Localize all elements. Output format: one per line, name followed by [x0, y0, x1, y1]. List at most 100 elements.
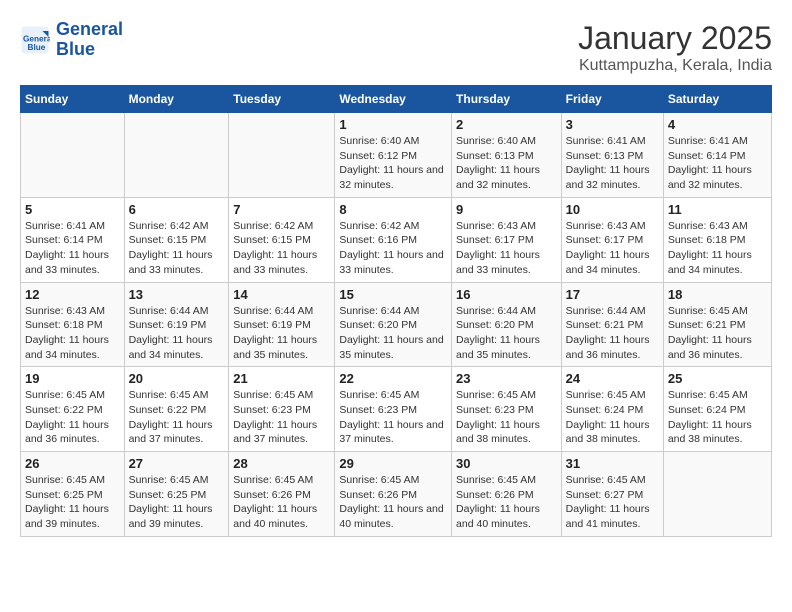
- calendar-cell: 26 Sunrise: 6:45 AMSunset: 6:25 PMDayligh…: [21, 452, 125, 537]
- day-info: Sunrise: 6:44 AMSunset: 6:21 PMDaylight:…: [566, 304, 659, 363]
- day-info: Sunrise: 6:44 AMSunset: 6:20 PMDaylight:…: [339, 304, 447, 363]
- logo-text: General Blue: [56, 20, 123, 60]
- calendar-cell: 21Sunrise: 6:45 AMSunset: 6:23 PMDayligh…: [229, 367, 335, 452]
- logo-line1: General: [56, 19, 123, 39]
- weekday-header: Friday: [561, 86, 663, 113]
- day-info: Sunrise: 6:45 AMSunset: 6:25 PMDaylight:…: [25, 473, 120, 532]
- calendar-week-row: 19 Sunrise: 6:45 AMSunset: 6:22 PMDayligh…: [21, 367, 772, 452]
- day-info: Sunrise: 6:45 AMSunset: 6:21 PMDaylight:…: [668, 304, 767, 363]
- day-info: Sunrise: 6:40 AMSunset: 6:13 PMDaylight:…: [456, 134, 557, 193]
- day-number: 12: [25, 287, 120, 302]
- calendar-cell: 28 Sunrise: 6:45 AMSunset: 6:26 PMDayligh…: [229, 452, 335, 537]
- day-info: Sunrise: 6:45 AMSunset: 6:27 PMDaylight:…: [566, 473, 659, 532]
- calendar-cell: [229, 113, 335, 198]
- svg-text:Blue: Blue: [28, 43, 46, 52]
- day-number: 15: [339, 287, 447, 302]
- calendar-cell: 12 Sunrise: 6:43 AMSunset: 6:18 PMDayligh…: [21, 282, 125, 367]
- day-number: 7: [233, 202, 330, 217]
- day-number: 25: [668, 371, 767, 386]
- calendar-week-row: 5 Sunrise: 6:41 AMSunset: 6:14 PMDaylight…: [21, 197, 772, 282]
- day-number: 31: [566, 456, 659, 471]
- day-number: 22: [339, 371, 447, 386]
- day-info: Sunrise: 6:45 AMSunset: 6:26 PMDaylight:…: [456, 473, 557, 532]
- day-info: Sunrise: 6:45 AMSunset: 6:22 PMDaylight:…: [129, 388, 225, 447]
- calendar-cell: 24Sunrise: 6:45 AMSunset: 6:24 PMDayligh…: [561, 367, 663, 452]
- calendar-cell: [124, 113, 229, 198]
- calendar-cell: 15 Sunrise: 6:44 AMSunset: 6:20 PMDayligh…: [335, 282, 452, 367]
- day-info: Sunrise: 6:45 AMSunset: 6:25 PMDaylight:…: [129, 473, 225, 532]
- weekday-header: Sunday: [21, 86, 125, 113]
- calendar-cell: 13 Sunrise: 6:44 AMSunset: 6:19 PMDayligh…: [124, 282, 229, 367]
- day-number: 16: [456, 287, 557, 302]
- logo-line2: Blue: [56, 39, 95, 59]
- day-number: 2: [456, 117, 557, 132]
- day-info: Sunrise: 6:43 AMSunset: 6:17 PMDaylight:…: [566, 219, 659, 278]
- title-section: January 2025 Kuttampuzha, Kerala, India: [578, 20, 772, 75]
- calendar-cell: 6 Sunrise: 6:42 AMSunset: 6:15 PMDaylight…: [124, 197, 229, 282]
- day-info: Sunrise: 6:41 AMSunset: 6:14 PMDaylight:…: [668, 134, 767, 193]
- day-info: Sunrise: 6:40 AMSunset: 6:12 PMDaylight:…: [339, 134, 447, 193]
- day-number: 13: [129, 287, 225, 302]
- day-number: 28: [233, 456, 330, 471]
- weekday-header: Monday: [124, 86, 229, 113]
- day-number: 6: [129, 202, 225, 217]
- location-subtitle: Kuttampuzha, Kerala, India: [578, 57, 772, 75]
- calendar-cell: 3Sunrise: 6:41 AMSunset: 6:13 PMDaylight…: [561, 113, 663, 198]
- calendar-cell: 22 Sunrise: 6:45 AMSunset: 6:23 PMDayligh…: [335, 367, 452, 452]
- calendar-cell: 14 Sunrise: 6:44 AMSunset: 6:19 PMDayligh…: [229, 282, 335, 367]
- weekday-header: Wednesday: [335, 86, 452, 113]
- calendar-cell: 27 Sunrise: 6:45 AMSunset: 6:25 PMDayligh…: [124, 452, 229, 537]
- weekday-header: Saturday: [663, 86, 771, 113]
- weekday-header: Tuesday: [229, 86, 335, 113]
- calendar-cell: 17Sunrise: 6:44 AMSunset: 6:21 PMDayligh…: [561, 282, 663, 367]
- day-number: 27: [129, 456, 225, 471]
- calendar-week-row: 12 Sunrise: 6:43 AMSunset: 6:18 PMDayligh…: [21, 282, 772, 367]
- day-info: Sunrise: 6:41 AMSunset: 6:13 PMDaylight:…: [566, 134, 659, 193]
- month-title: January 2025: [578, 20, 772, 57]
- day-info: Sunrise: 6:44 AMSunset: 6:19 PMDaylight:…: [129, 304, 225, 363]
- calendar-week-row: 26 Sunrise: 6:45 AMSunset: 6:25 PMDayligh…: [21, 452, 772, 537]
- day-number: 8: [339, 202, 447, 217]
- calendar-cell: [21, 113, 125, 198]
- day-number: 29: [339, 456, 447, 471]
- calendar-cell: 30Sunrise: 6:45 AMSunset: 6:26 PMDayligh…: [452, 452, 562, 537]
- calendar-cell: 16Sunrise: 6:44 AMSunset: 6:20 PMDayligh…: [452, 282, 562, 367]
- calendar-cell: 2 Sunrise: 6:40 AMSunset: 6:13 PMDaylight…: [452, 113, 562, 198]
- calendar-cell: [663, 452, 771, 537]
- calendar-cell: 20 Sunrise: 6:45 AMSunset: 6:22 PMDayligh…: [124, 367, 229, 452]
- day-info: Sunrise: 6:44 AMSunset: 6:19 PMDaylight:…: [233, 304, 330, 363]
- weekday-header: Thursday: [452, 86, 562, 113]
- day-info: Sunrise: 6:45 AMSunset: 6:24 PMDaylight:…: [668, 388, 767, 447]
- day-number: 19: [25, 371, 120, 386]
- page-header: General Blue General Blue January 2025 K…: [20, 20, 772, 75]
- calendar-cell: 29 Sunrise: 6:45 AMSunset: 6:26 PMDayligh…: [335, 452, 452, 537]
- day-info: Sunrise: 6:43 AMSunset: 6:18 PMDaylight:…: [25, 304, 120, 363]
- calendar-cell: 11Sunrise: 6:43 AMSunset: 6:18 PMDayligh…: [663, 197, 771, 282]
- calendar-cell: 10 Sunrise: 6:43 AMSunset: 6:17 PMDayligh…: [561, 197, 663, 282]
- calendar-cell: 1Sunrise: 6:40 AMSunset: 6:12 PMDaylight…: [335, 113, 452, 198]
- day-number: 14: [233, 287, 330, 302]
- day-number: 20: [129, 371, 225, 386]
- logo-icon: General Blue: [20, 25, 50, 55]
- day-number: 4: [668, 117, 767, 132]
- day-number: 9: [456, 202, 557, 217]
- day-number: 26: [25, 456, 120, 471]
- day-info: Sunrise: 6:45 AMSunset: 6:24 PMDaylight:…: [566, 388, 659, 447]
- day-info: Sunrise: 6:42 AMSunset: 6:15 PMDaylight:…: [129, 219, 225, 278]
- day-number: 11: [668, 202, 767, 217]
- day-info: Sunrise: 6:45 AMSunset: 6:26 PMDaylight:…: [339, 473, 447, 532]
- day-info: Sunrise: 6:41 AMSunset: 6:14 PMDaylight:…: [25, 219, 120, 278]
- calendar-cell: 18 Sunrise: 6:45 AMSunset: 6:21 PMDayligh…: [663, 282, 771, 367]
- day-number: 21: [233, 371, 330, 386]
- day-number: 5: [25, 202, 120, 217]
- logo: General Blue General Blue: [20, 20, 123, 60]
- day-info: Sunrise: 6:42 AMSunset: 6:16 PMDaylight:…: [339, 219, 447, 278]
- day-info: Sunrise: 6:45 AMSunset: 6:23 PMDaylight:…: [456, 388, 557, 447]
- calendar-cell: 4 Sunrise: 6:41 AMSunset: 6:14 PMDaylight…: [663, 113, 771, 198]
- day-info: Sunrise: 6:45 AMSunset: 6:26 PMDaylight:…: [233, 473, 330, 532]
- day-info: Sunrise: 6:45 AMSunset: 6:23 PMDaylight:…: [339, 388, 447, 447]
- day-number: 18: [668, 287, 767, 302]
- day-number: 10: [566, 202, 659, 217]
- day-number: 23: [456, 371, 557, 386]
- calendar-cell: 25 Sunrise: 6:45 AMSunset: 6:24 PMDayligh…: [663, 367, 771, 452]
